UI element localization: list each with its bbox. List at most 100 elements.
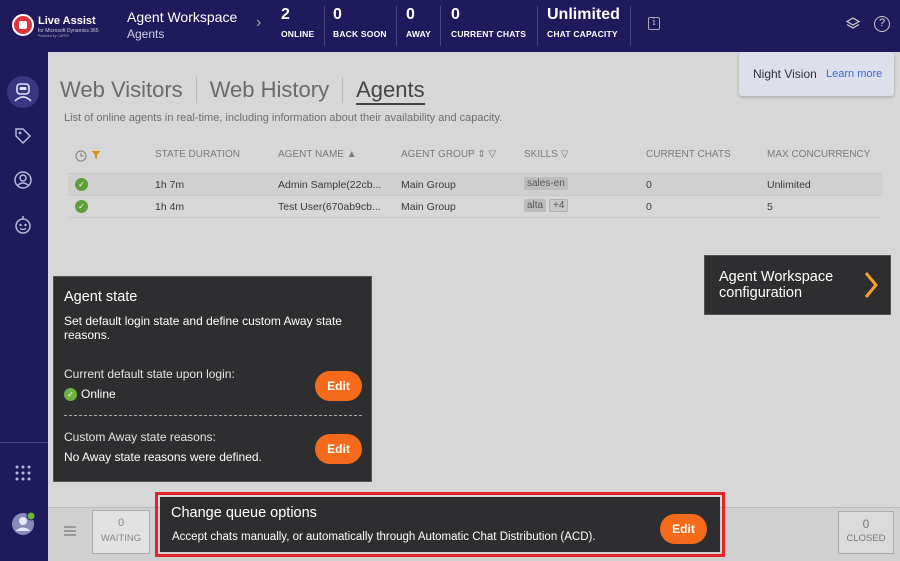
- filter-icon: ▽: [488, 149, 497, 160]
- online-check-icon: ✓: [64, 387, 77, 401]
- cell-agent-name: Admin Sample(22cb...: [278, 179, 382, 191]
- away-reasons-label: Custom Away state reasons:: [64, 430, 216, 444]
- closed-counter[interactable]: 0 CLOSED: [838, 511, 894, 554]
- workspace-title: Agent Workspace: [127, 9, 238, 25]
- sidebar-divider: [0, 442, 48, 443]
- dashed-divider: [64, 415, 362, 416]
- tag-icon[interactable]: [7, 120, 39, 152]
- col-skills[interactable]: SKILLS ▽: [524, 149, 568, 160]
- stat-label: CHAT CAPACITY: [547, 29, 618, 39]
- panel-title: Change queue options: [171, 505, 317, 521]
- table-row[interactable]: ✓ 1h 4m Test User(670ab9cb... Main Group…: [68, 196, 882, 218]
- agents-table: STATE DURATION AGENT NAME ▲ AGENT GROUP …: [68, 144, 882, 218]
- bot-icon[interactable]: [7, 209, 39, 241]
- cell-state-duration: 1h 7m: [155, 179, 185, 191]
- sort-up-icon: ▲: [346, 149, 357, 160]
- skill-chip: alta: [524, 199, 547, 212]
- col-label: SKILLS: [524, 149, 558, 160]
- cell-max-concurrency: Unlimited: [767, 179, 811, 191]
- waiting-value: 0: [117, 517, 125, 529]
- night-vision-label: Night Vision: [753, 67, 817, 81]
- divider: [396, 6, 397, 46]
- panel-description: Accept chats manually, or automatically …: [172, 531, 596, 543]
- queue-options-panel: Change queue options Accept chats manual…: [160, 497, 720, 552]
- edit-away-reasons-button[interactable]: Edit: [315, 434, 362, 464]
- col-max-concurrency[interactable]: MAX CONCURRENCY: [767, 149, 870, 160]
- learn-more-link[interactable]: Learn more: [826, 68, 882, 80]
- away-reasons-value: No Away state reasons were defined.: [64, 450, 262, 464]
- panel-title: Agent state: [64, 289, 138, 305]
- agent-workspace-config-panel[interactable]: Agent Workspace configuration: [704, 255, 891, 315]
- filter-icon: ▽: [560, 149, 569, 160]
- avatar[interactable]: [7, 508, 39, 540]
- edit-queue-options-button[interactable]: Edit: [660, 514, 707, 544]
- agent-workspace-icon[interactable]: [7, 76, 39, 108]
- logo-text: Live Assist: [38, 15, 96, 27]
- col-label: AGENT NAME: [278, 149, 344, 160]
- live-assist-logo: Live Assist for Microsoft Dynamics 365 P…: [12, 12, 112, 40]
- cell-state-duration: 1h 4m: [155, 201, 185, 213]
- chevron-right-icon: [861, 270, 881, 300]
- apps-grid-icon[interactable]: [7, 457, 39, 489]
- cell-skills: sales-en: [524, 177, 568, 190]
- online-status-icon: ✓: [75, 200, 88, 213]
- config-label: Agent Workspace configuration: [719, 269, 834, 301]
- chevron-right-icon: ›: [256, 14, 262, 31]
- col-label: AGENT GROUP: [401, 149, 475, 160]
- tab-agents[interactable]: Agents: [343, 77, 438, 105]
- cell-agent-group: Main Group: [401, 179, 456, 191]
- default-state-value: ✓ Online: [64, 387, 116, 401]
- table-row[interactable]: ✓ 1h 7m Admin Sample(22cb... Main Group …: [68, 174, 882, 196]
- tab-label: Web History: [209, 77, 330, 102]
- workspace-subtitle: Agents: [127, 27, 165, 41]
- info-icon[interactable]: i: [648, 17, 660, 30]
- stat-online: 2 ONLINE: [281, 6, 314, 46]
- stat-value: Unlimited: [547, 6, 620, 23]
- divider: [440, 6, 441, 46]
- tab-label: Web Visitors: [60, 77, 183, 102]
- stat-chat-capacity: Unlimited CHAT CAPACITY: [547, 6, 620, 46]
- menu-icon[interactable]: [64, 524, 76, 536]
- tab-label: Agents: [356, 77, 425, 105]
- col-state-duration[interactable]: STATE DURATION: [155, 149, 240, 160]
- agent-state-panel: Agent state Set default login state and …: [53, 276, 372, 482]
- panel-description: Set default login state and define custo…: [64, 314, 342, 342]
- stat-value: 0: [333, 6, 342, 23]
- tab-web-visitors[interactable]: Web Visitors: [60, 77, 197, 103]
- default-state-label: Current default state upon login:: [64, 367, 235, 381]
- stat-back-soon: 0 BACK SOON: [333, 6, 387, 46]
- night-vision-popover: Night Vision Learn more: [739, 52, 894, 96]
- closed-value: 0: [862, 517, 870, 531]
- divider: [537, 6, 538, 46]
- stat-label: CURRENT CHATS: [451, 29, 527, 39]
- col-agent-name[interactable]: AGENT NAME ▲: [278, 149, 357, 160]
- cell-current-chats: 0: [646, 201, 652, 213]
- cell-max-concurrency: 5: [767, 201, 773, 213]
- default-state-text: Online: [81, 387, 116, 401]
- edit-default-state-button[interactable]: Edit: [315, 371, 362, 401]
- stat-label: AWAY: [406, 29, 432, 39]
- waiting-counter[interactable]: 0 WAITING: [92, 510, 150, 554]
- col-current-chats[interactable]: CURRENT CHATS: [646, 149, 731, 160]
- layers-icon[interactable]: [845, 16, 861, 32]
- stat-value: 2: [281, 6, 290, 23]
- user-profile-icon[interactable]: [7, 164, 39, 196]
- tab-web-history[interactable]: Web History: [197, 77, 344, 103]
- clock-icon[interactable]: [75, 150, 87, 165]
- waiting-label: WAITING: [100, 533, 142, 544]
- stat-value: 0: [406, 6, 415, 23]
- logo-powered-text: Powered by CAFEX: [38, 34, 70, 38]
- filter-icon[interactable]: [91, 150, 101, 163]
- skill-chip: sales-en: [524, 177, 568, 190]
- stat-away: 0 AWAY: [406, 6, 431, 46]
- online-status-icon: ✓: [75, 178, 88, 191]
- col-agent-group[interactable]: AGENT GROUP ⇕ ▽: [401, 149, 496, 160]
- skill-more-chip[interactable]: +4: [549, 199, 569, 212]
- help-icon[interactable]: ?: [874, 16, 890, 32]
- closed-label: CLOSED: [846, 533, 886, 544]
- divider: [324, 6, 325, 46]
- stat-value: 0: [451, 6, 460, 23]
- top-header: Live Assist for Microsoft Dynamics 365 P…: [0, 0, 900, 52]
- cell-current-chats: 0: [646, 179, 652, 191]
- tab-bar: Web Visitors Web History Agents: [60, 76, 438, 105]
